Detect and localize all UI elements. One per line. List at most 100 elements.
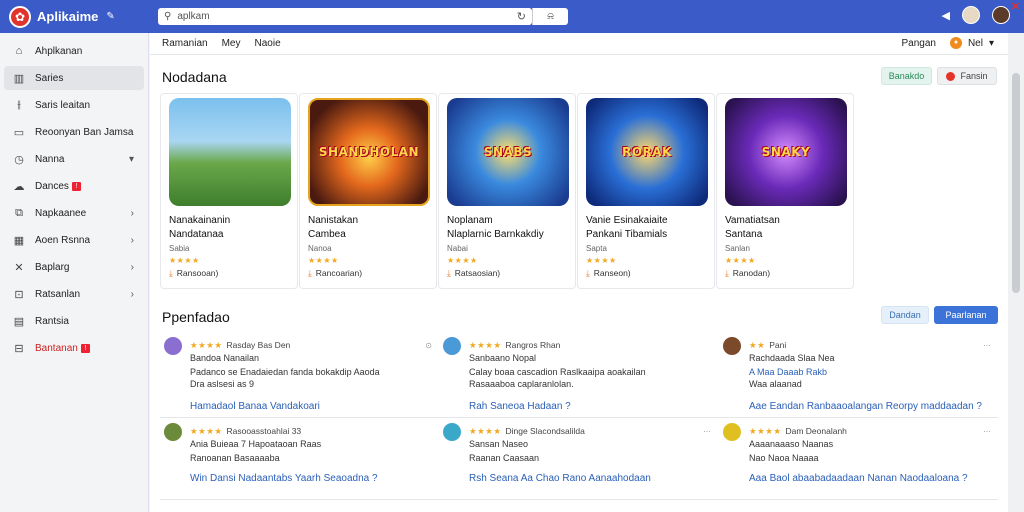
search-input[interactable] — [177, 11, 517, 22]
sidebar-item-label: Napkaanee — [35, 207, 87, 219]
download-icon: ⤓ — [586, 268, 590, 278]
sub-navigation: Ramanian Mey Naoie — [150, 33, 1008, 55]
sidebar-item-5[interactable]: ☁ Dances! — [4, 174, 144, 198]
bell-icon[interactable]: ⍾ — [532, 8, 568, 25]
search-bar[interactable]: ⚲ ↻ — [158, 8, 532, 25]
app-card[interactable]: SNAKY Vamatiatsan Santana Sanlan ★★★★ ⤓ R… — [716, 93, 854, 289]
review-link[interactable]: Hamadaol Banaa Vandakoari — [190, 401, 320, 412]
review-line: Calay boaa cascadion Raslkaaipa aoakaila… — [469, 367, 646, 377]
more-icon[interactable]: ⋯ — [703, 427, 711, 436]
popular-blue-button[interactable]: Paarlanan — [934, 306, 998, 324]
app-name: Vamatiatsan — [725, 215, 780, 226]
app-thumbnail: SHANDHOLAN — [308, 98, 430, 206]
scrollbar-thumb[interactable] — [1012, 73, 1020, 293]
thumbnail-title: RORAK — [622, 145, 672, 159]
reviewer-name: Rangros Rhan — [505, 340, 561, 350]
download-label: Rancoarian) — [315, 268, 363, 278]
sidebar-item-2[interactable]: ⫲ Saris leaitan — [4, 93, 144, 117]
subnav-right-label[interactable]: Pangan — [901, 38, 935, 49]
download-icon: ⤓ — [725, 268, 729, 278]
avatar[interactable] — [962, 6, 980, 24]
sidebar-item-9[interactable]: ⊡ Ratsanlan › — [4, 282, 144, 306]
app-card[interactable]: RORAK Vanie Esinakaiaite Pankani Tibamia… — [577, 93, 715, 289]
sidebar-item-0[interactable]: ⌂ Ahplkanan — [4, 39, 144, 63]
featured-title: Nodadana — [162, 69, 227, 85]
edit-icon[interactable]: ✎ — [106, 11, 114, 22]
review-link[interactable]: Aae Eandan Ranbaaoalangan Reorpy maddaad… — [749, 401, 982, 412]
app-logo-icon[interactable]: ✿ — [9, 5, 31, 28]
rating-stars: ★★★★ — [749, 426, 782, 436]
review-line: A Maa Daaab Rakb — [749, 367, 828, 377]
chevron-right-icon: › — [130, 234, 134, 246]
app-name: Vanie Esinakaiaite — [586, 215, 668, 226]
building-icon: ▤ — [13, 315, 25, 328]
review-header: ★★★★ Rasooasstoahlai 33 — [190, 426, 301, 437]
scrollbar[interactable] — [1008, 33, 1024, 512]
tab-2[interactable]: Naoie — [255, 38, 281, 49]
sidebar-item-label: Aoen Rsnna — [35, 234, 91, 246]
app-name: Nanakainanin — [169, 215, 231, 226]
sidebar-item-11[interactable]: ⊟ Bantanan! — [4, 336, 144, 360]
review-line: Padanco se Enadaiedan fanda bokakdip Aao… — [190, 367, 380, 377]
review-line: Nao Naoa Naaaa — [749, 453, 819, 463]
review-link[interactable]: Rsh Seana Aa Chao Rano Aanaahodaan — [469, 473, 651, 484]
rating-stars: ★★★★ — [190, 426, 223, 436]
reviewer-name: Rasday Bas Den — [226, 340, 291, 350]
download-label: Ratsaosian) — [454, 268, 501, 278]
app-card[interactable]: Nanakainanin Nandatanaa Sabia ★★★★ ⤓ Rans… — [160, 93, 298, 289]
user-label[interactable]: Nel — [968, 38, 983, 49]
sidebar-item-7[interactable]: ▦ Aoen Rsnna › — [4, 228, 144, 252]
review-header: ★★★★ Dinge Slacondsalilda — [469, 426, 585, 437]
alert-badge: ! — [71, 181, 81, 191]
review-link[interactable]: Rah Saneoa Hadaan ? — [469, 401, 571, 412]
refresh-icon[interactable]: ↻ — [517, 10, 526, 23]
rating-stars: ★★★★ — [190, 340, 223, 350]
sidebar-item-label: Baplarg — [35, 261, 70, 273]
sidebar-item-10[interactable]: ▤ Rantsia — [4, 309, 144, 333]
review-link[interactable]: Aaa Baol abaabadaadaan Nanan Naodaaloana… — [749, 473, 968, 484]
app-meta: Nabai — [447, 244, 468, 253]
library-icon: ▥ — [13, 72, 25, 85]
app-card[interactable]: SNABS Noplanam Nlaplarnic Barnkakdiy Nab… — [438, 93, 576, 289]
divider — [160, 499, 998, 500]
close-icon[interactable]: ✕ — [1011, 0, 1020, 13]
clock-icon: ◷ — [14, 153, 24, 166]
app-name: Noplanam — [447, 215, 493, 226]
sidebar-item-3[interactable]: ▭ Reoonyan Ban Jamsa — [4, 120, 144, 144]
avatar — [723, 337, 741, 355]
send-icon[interactable]: ◀ — [942, 9, 950, 22]
review-link[interactable]: Win Dansi Nadaantabs Yaarh Seaoadna ? — [190, 473, 378, 484]
chevron-down-icon[interactable]: ▾ — [989, 38, 994, 49]
download-count: ⤓ Rancoarian) — [308, 268, 428, 279]
sidebar-item-6[interactable]: ⧉ Napkaanee › — [4, 201, 144, 225]
tools-icon: ✕ — [14, 261, 24, 274]
download-label: Ranodan) — [732, 268, 771, 278]
calendar-icon: ▭ — [13, 126, 25, 139]
record-icon — [946, 71, 956, 81]
tab-1[interactable]: Mey — [222, 38, 241, 49]
featured-cards: Nanakainanin Nandatanaa Sabia ★★★★ ⤓ Rans… — [160, 93, 998, 289]
rating-stars: ★★ — [749, 340, 766, 350]
more-icon[interactable]: ⋯ — [983, 341, 991, 350]
app-card[interactable]: SHANDHOLAN Nanistakan Cambea Nanoa ★★★★ … — [299, 93, 437, 289]
sidebar-item-1[interactable]: ▥ Saries — [4, 66, 144, 90]
app-meta: Sabia — [169, 244, 190, 253]
sidebar-item-4[interactable]: ◷ Nanna ▾ — [4, 147, 144, 171]
more-icon[interactable]: ⊙ — [425, 341, 432, 350]
box-icon: ⊡ — [14, 288, 24, 301]
sidebar-item-8[interactable]: ✕ Baplarg › — [4, 255, 144, 279]
sidebar-item-label: Reoonyan Ban Jamsa — [35, 126, 134, 138]
featured-gray-button[interactable]: Fansin — [937, 67, 997, 85]
avatar[interactable] — [992, 6, 1010, 24]
tab-0[interactable]: Ramanian — [162, 38, 208, 49]
review-line: Rachdaada Slaa Nea — [749, 353, 835, 363]
review-line: Bandoa Nanailan — [190, 353, 260, 363]
download-count: ⤓ Ranseon) — [586, 268, 706, 279]
popular-light-button[interactable]: Dandan — [881, 306, 929, 324]
reviewer-name: Rasooasstoahlai 33 — [226, 426, 302, 436]
gift-icon: ⊟ — [14, 342, 24, 355]
rating-stars: ★★★★ — [725, 256, 756, 265]
featured-green-button[interactable]: Banakdo — [881, 67, 932, 85]
review-line: Rasaaaboa caplaranlolan. — [469, 379, 574, 389]
more-icon[interactable]: ⋯ — [983, 427, 991, 436]
